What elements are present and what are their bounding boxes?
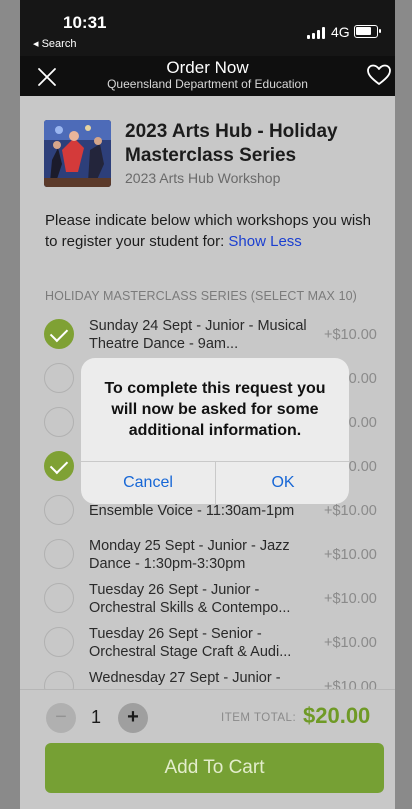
option-price: +$10.00 bbox=[324, 547, 377, 563]
option-label: Tuesday 26 Sept - Junior - Orchestral Sk… bbox=[89, 582, 291, 616]
option-price: +$10.00 bbox=[324, 679, 377, 689]
option-price: +$10.00 bbox=[324, 327, 377, 343]
option-row[interactable]: Monday 25 Sept - Junior - Jazz Dance - 1… bbox=[20, 534, 395, 578]
option-label: Ensemble Voice - 11:30am-1pm bbox=[89, 503, 295, 519]
option-checkbox[interactable] bbox=[44, 583, 74, 613]
battery-icon bbox=[354, 25, 381, 38]
option-label: Monday 25 Sept - Junior - Jazz Dance - 1… bbox=[89, 538, 290, 572]
option-row[interactable]: Tuesday 26 Sept - Senior - Orchestral St… bbox=[20, 622, 395, 666]
qty-value: 1 bbox=[90, 707, 101, 727]
option-checkbox[interactable] bbox=[44, 363, 74, 393]
info-alert-dialog: To complete this request you will now be… bbox=[81, 358, 349, 504]
section-header: HOLIDAY MASTERCLASS SERIES (SELECT MAX 1… bbox=[45, 289, 357, 303]
qty-decrement-button[interactable]: − bbox=[46, 703, 76, 733]
product-title: 2023 Arts Hub - Holiday Masterclass Seri… bbox=[125, 121, 338, 166]
alert-cancel-button[interactable]: Cancel bbox=[81, 462, 215, 504]
status-time: 10:31 bbox=[63, 13, 107, 32]
option-price: +$10.00 bbox=[324, 635, 377, 651]
back-label: Search bbox=[41, 38, 77, 50]
option-price: +$10.00 bbox=[324, 503, 377, 519]
option-checkbox[interactable] bbox=[44, 627, 74, 657]
alert-ok-button[interactable]: OK bbox=[216, 462, 349, 504]
option-price: +$10.00 bbox=[324, 591, 377, 607]
status-bar: 10:31 ◂ Search 4G bbox=[20, 0, 395, 56]
instructions-body: Please indicate below which workshops yo… bbox=[45, 212, 372, 250]
option-label: Tuesday 26 Sept - Senior - Orchestral St… bbox=[89, 626, 292, 660]
nav-bar: Order Now Queensland Department of Educa… bbox=[20, 56, 395, 96]
add-to-cart-button[interactable]: Add To Cart bbox=[45, 743, 384, 793]
option-row[interactable]: Tuesday 26 Sept - Junior - Orchestral Sk… bbox=[20, 578, 395, 622]
option-checkbox[interactable] bbox=[44, 451, 74, 481]
option-label: Sunday 24 Sept - Junior - Musical Theatr… bbox=[89, 318, 307, 352]
option-checkbox[interactable] bbox=[44, 495, 74, 525]
nav-title: Order Now bbox=[166, 58, 249, 77]
item-total-label: ITEM TOTAL: bbox=[221, 712, 297, 724]
instructions-text: Please indicate below which workshops yo… bbox=[45, 210, 375, 252]
signal-icon bbox=[307, 27, 327, 39]
product-thumbnail bbox=[44, 120, 111, 187]
back-to-search-link[interactable]: ◂ Search bbox=[33, 37, 76, 50]
alert-message: To complete this request you will now be… bbox=[104, 380, 326, 439]
option-row[interactable]: Wednesday 27 Sept - Junior - +$10.00 bbox=[20, 666, 395, 689]
option-checkbox[interactable] bbox=[44, 407, 74, 437]
option-checkbox[interactable] bbox=[44, 319, 74, 349]
option-checkbox[interactable] bbox=[44, 671, 74, 689]
product-subtitle: 2023 Arts Hub Workshop bbox=[125, 170, 281, 186]
nav-subtitle: Queensland Department of Education bbox=[107, 77, 308, 91]
option-row[interactable]: Sunday 24 Sept - Junior - Musical Theatr… bbox=[20, 314, 395, 358]
show-less-link[interactable]: Show Less bbox=[228, 233, 301, 250]
option-checkbox[interactable] bbox=[44, 539, 74, 569]
option-label: Wednesday 27 Sept - Junior - bbox=[89, 670, 281, 686]
heart-icon[interactable] bbox=[366, 63, 392, 87]
item-total-value: $20.00 bbox=[303, 703, 371, 728]
qty-increment-button[interactable]: + bbox=[118, 703, 148, 733]
network-type: 4G bbox=[331, 24, 350, 40]
cart-footer: − 1 + ITEM TOTAL: $20.00 Add To Cart bbox=[20, 689, 395, 809]
